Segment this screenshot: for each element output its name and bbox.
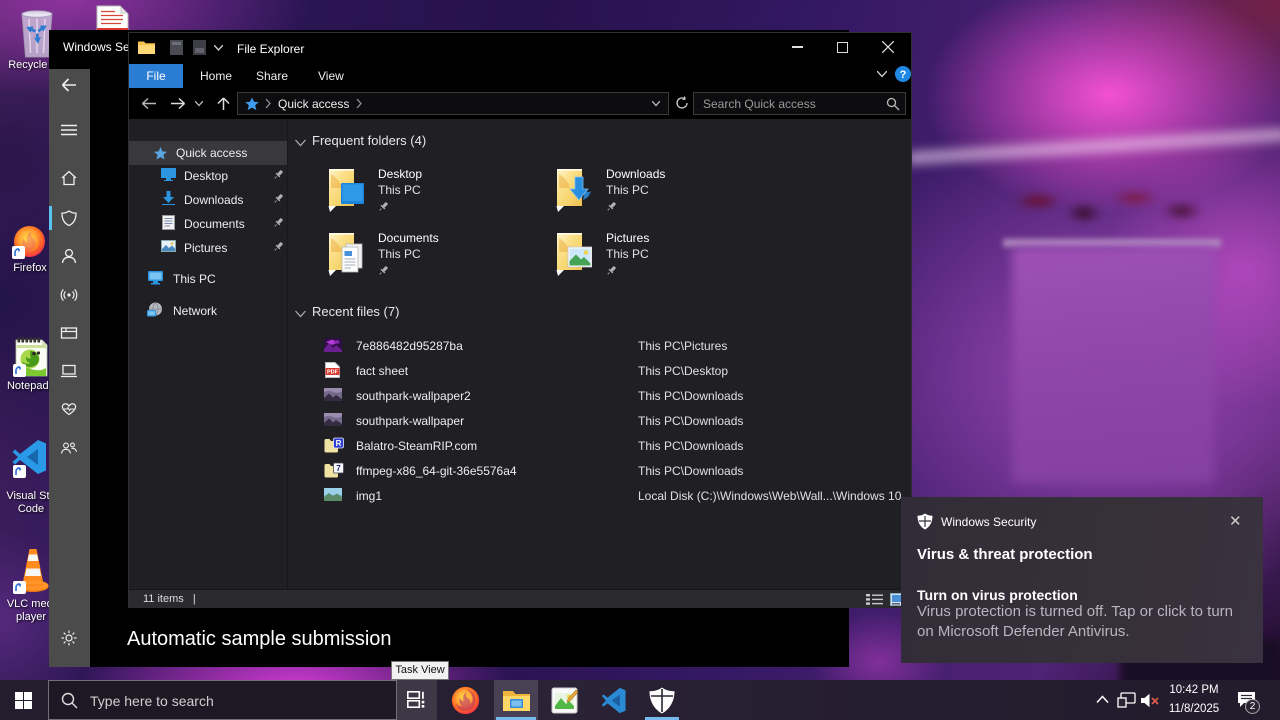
svg-text:7: 7	[336, 464, 341, 473]
svg-text:PDF: PDF	[327, 370, 339, 376]
svg-text:?: ?	[900, 69, 907, 81]
svg-text:R: R	[336, 439, 342, 448]
